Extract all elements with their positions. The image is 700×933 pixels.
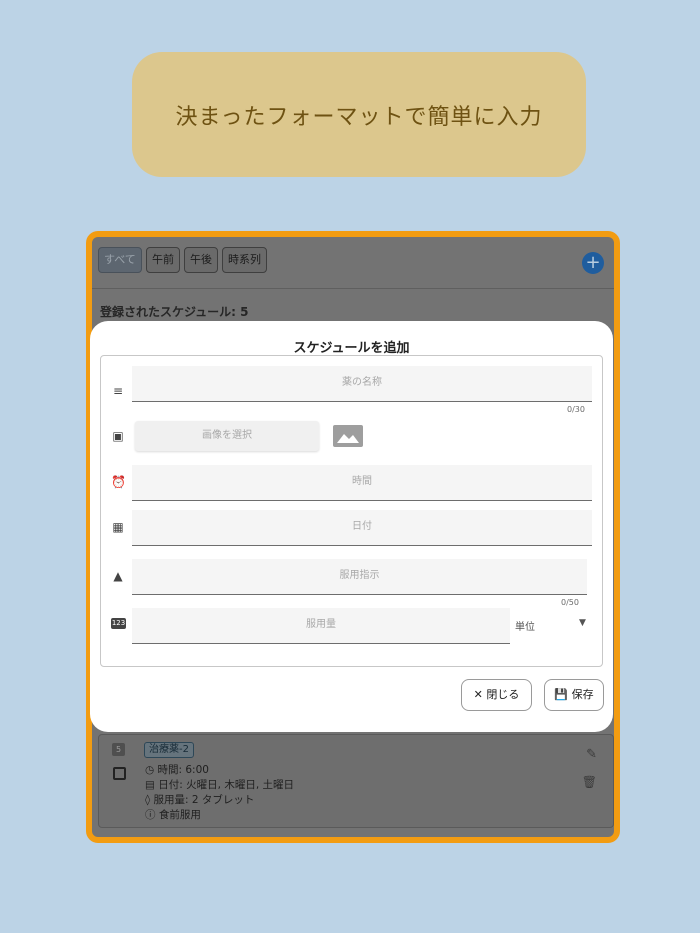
schedule-date-line: ▤ 日付: 火曜日, 木曜日, 土曜日 <box>145 777 294 792</box>
instruction-input[interactable]: 服用指示 <box>132 559 587 595</box>
clock-icon: ◷ <box>145 764 158 776</box>
promo-banner: 決まったフォーマットで簡単に入力 <box>132 52 586 177</box>
filter-all-button[interactable]: すべて <box>98 247 142 273</box>
add-schedule-dialog: スケジュールを追加 ≡ 薬の名称 0/30 ▣ 画像を選択 ⏰ 時間 ▦ 日付 … <box>90 321 613 732</box>
schedule-instruction-line: ⓘ 食前服用 <box>145 807 201 822</box>
close-button-label: 閉じる <box>486 688 520 701</box>
image-icon: ▣ <box>112 429 124 443</box>
date-input[interactable]: 日付 <box>132 510 592 546</box>
filter-pm-button[interactable]: 午後 <box>184 247 218 273</box>
schedule-date: 日付: 火曜日, 木曜日, 土曜日 <box>158 779 294 791</box>
time-input[interactable]: 時間 <box>132 465 592 501</box>
close-button[interactable]: ✕ 閉じる <box>461 679 532 711</box>
schedule-card[interactable]: 5 治療薬-2 ◷ 時間: 6:00 ▤ 日付: 火曜日, 木曜日, 土曜日 ◊… <box>98 734 614 828</box>
medicine-name-input[interactable]: 薬の名称 <box>132 366 592 402</box>
unit-select[interactable]: 単位 <box>515 618 535 633</box>
schedule-dosage-line: ◊ 服用量: 2 タブレット <box>145 792 254 807</box>
medicine-name-counter: 0/30 <box>567 405 585 414</box>
alarm-icon: ⏰ <box>111 475 126 489</box>
save-button[interactable]: 💾 保存 <box>544 679 604 711</box>
schedule-number-badge: 5 <box>112 743 125 756</box>
select-image-button[interactable]: 画像を選択 <box>135 421 319 451</box>
warning-icon: ▲ <box>113 569 123 583</box>
calendar-icon: ▦ <box>112 520 124 534</box>
trash-icon[interactable]: 🗑 <box>582 775 597 789</box>
edit-icon[interactable]: ✎ <box>586 747 597 762</box>
info-icon: ⓘ <box>145 809 159 821</box>
dialog-title: スケジュールを追加 <box>293 341 410 356</box>
plus-icon: + <box>585 252 601 273</box>
filter-am-button[interactable]: 午前 <box>146 247 180 273</box>
filter-chronological-button[interactable]: 時系列 <box>222 247 267 273</box>
promo-banner-text: 決まったフォーマットで簡単に入力 <box>175 104 543 130</box>
caret-down-icon[interactable]: ▼ <box>579 618 586 628</box>
instruction-counter: 0/50 <box>561 598 579 607</box>
drop-icon: ◊ <box>145 794 154 806</box>
edit-list-icon: ≡ <box>112 384 124 398</box>
filter-toolbar: すべて 午前 午後 時系列 + <box>92 237 614 289</box>
medicine-name-tag: 治療薬-2 <box>144 742 194 758</box>
schedule-form: ≡ 薬の名称 0/30 ▣ 画像を選択 ⏰ 時間 ▦ 日付 ▲ 服用指示 0/5… <box>100 355 603 667</box>
schedule-time-line: ◷ 時間: 6:00 <box>145 762 209 777</box>
schedule-dosage: 服用量: 2 タブレット <box>153 794 255 806</box>
add-schedule-button[interactable]: + <box>582 252 604 274</box>
schedule-time: 時間: 6:00 <box>157 764 209 776</box>
save-button-label: 保存 <box>571 688 594 701</box>
schedule-checkbox[interactable] <box>113 767 126 780</box>
save-icon: 💾 <box>554 688 572 701</box>
image-placeholder-icon[interactable] <box>333 425 363 447</box>
calendar-icon: ▤ <box>145 779 159 791</box>
dosage-input[interactable]: 服用量 <box>132 608 510 644</box>
registered-count: 登録されたスケジュール: 5 <box>100 305 249 319</box>
number-icon: 123 <box>111 618 126 629</box>
close-icon: ✕ <box>473 688 487 701</box>
schedule-instruction: 食前服用 <box>158 809 201 821</box>
